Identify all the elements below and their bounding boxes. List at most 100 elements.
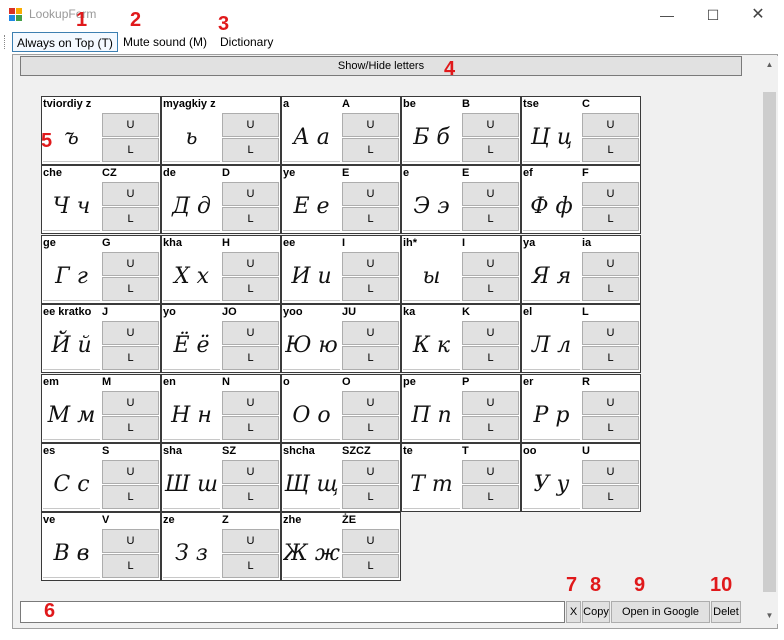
scrollbar-thumb[interactable] (763, 92, 776, 592)
uppercase-button[interactable]: U (222, 321, 279, 345)
uppercase-button[interactable]: U (342, 391, 399, 415)
clear-button[interactable]: X (566, 601, 581, 623)
lowercase-button[interactable]: L (462, 485, 519, 509)
vertical-scrollbar[interactable]: ▲ ▼ (761, 56, 778, 624)
lowercase-button[interactable]: L (462, 416, 519, 440)
uppercase-button[interactable]: U (222, 460, 279, 484)
lowercase-button[interactable]: L (582, 416, 639, 440)
uppercase-button[interactable]: U (582, 182, 639, 206)
uppercase-button[interactable]: U (342, 321, 399, 345)
lowercase-button[interactable]: L (102, 277, 159, 301)
uppercase-button[interactable]: U (462, 252, 519, 276)
lowercase-button[interactable]: L (582, 277, 639, 301)
letter-script-image[interactable]: ь (163, 112, 220, 162)
letter-script-image[interactable]: Щ щ (283, 459, 340, 509)
show-hide-letters-button[interactable]: Show/Hide letters (20, 56, 742, 76)
letter-script-image[interactable]: Н н (163, 390, 220, 440)
letter-script-image[interactable]: Ф ф (523, 181, 580, 231)
uppercase-button[interactable]: U (222, 113, 279, 137)
lowercase-button[interactable]: L (342, 138, 399, 162)
delete-button[interactable]: Delet (711, 601, 741, 623)
lowercase-button[interactable]: L (102, 207, 159, 231)
letter-script-image[interactable]: Ж ж (283, 528, 340, 578)
dictionary-button[interactable]: Dictionary (216, 32, 277, 52)
letter-script-image[interactable]: У у (523, 459, 580, 509)
lowercase-button[interactable]: L (102, 138, 159, 162)
close-icon[interactable]: ✕ (735, 0, 781, 30)
scroll-down-icon[interactable]: ▼ (761, 607, 778, 624)
toolbar-grip-icon[interactable] (4, 35, 8, 49)
uppercase-button[interactable]: U (582, 113, 639, 137)
letter-script-image[interactable]: Э э (403, 181, 460, 231)
letter-script-image[interactable]: Ч ч (43, 181, 100, 231)
letter-script-image[interactable]: В в (43, 528, 100, 578)
letter-script-image[interactable]: А а (283, 112, 340, 162)
letter-script-image[interactable]: Р р (523, 390, 580, 440)
lowercase-button[interactable]: L (222, 346, 279, 370)
lowercase-button[interactable]: L (102, 485, 159, 509)
lowercase-button[interactable]: L (342, 346, 399, 370)
uppercase-button[interactable]: U (582, 391, 639, 415)
letter-script-image[interactable]: Ё ё (163, 320, 220, 370)
letter-script-image[interactable]: Б б (403, 112, 460, 162)
uppercase-button[interactable]: U (222, 182, 279, 206)
letter-script-image[interactable]: Й й (43, 320, 100, 370)
lowercase-button[interactable]: L (342, 416, 399, 440)
lowercase-button[interactable]: L (342, 485, 399, 509)
uppercase-button[interactable]: U (342, 529, 399, 553)
letter-script-image[interactable]: Г г (43, 251, 100, 301)
letter-script-image[interactable]: С с (43, 459, 100, 509)
lowercase-button[interactable]: L (582, 485, 639, 509)
letter-script-image[interactable]: Д д (163, 181, 220, 231)
letter-script-image[interactable]: Ц ц (523, 112, 580, 162)
uppercase-button[interactable]: U (342, 182, 399, 206)
minimize-icon[interactable]: — (644, 0, 690, 30)
uppercase-button[interactable]: U (102, 529, 159, 553)
letter-script-image[interactable]: Ю ю (283, 320, 340, 370)
letter-script-image[interactable]: П п (403, 390, 460, 440)
lowercase-button[interactable]: L (342, 277, 399, 301)
uppercase-button[interactable]: U (102, 460, 159, 484)
lowercase-button[interactable]: L (462, 346, 519, 370)
uppercase-button[interactable]: U (462, 182, 519, 206)
scroll-up-icon[interactable]: ▲ (761, 56, 778, 73)
letter-script-image[interactable]: ы (403, 251, 460, 301)
lowercase-button[interactable]: L (222, 138, 279, 162)
lowercase-button[interactable]: L (462, 207, 519, 231)
uppercase-button[interactable]: U (102, 182, 159, 206)
lowercase-button[interactable]: L (222, 277, 279, 301)
uppercase-button[interactable]: U (102, 252, 159, 276)
lowercase-button[interactable]: L (102, 346, 159, 370)
lowercase-button[interactable]: L (222, 485, 279, 509)
mute-sound-button[interactable]: Mute sound (M) (119, 32, 211, 52)
lowercase-button[interactable]: L (462, 138, 519, 162)
uppercase-button[interactable]: U (102, 391, 159, 415)
lowercase-button[interactable]: L (102, 554, 159, 578)
letter-script-image[interactable]: Х х (163, 251, 220, 301)
uppercase-button[interactable]: U (462, 391, 519, 415)
lowercase-button[interactable]: L (102, 416, 159, 440)
letter-script-image[interactable]: Я я (523, 251, 580, 301)
lowercase-button[interactable]: L (222, 416, 279, 440)
uppercase-button[interactable]: U (462, 113, 519, 137)
uppercase-button[interactable]: U (222, 391, 279, 415)
uppercase-button[interactable]: U (222, 529, 279, 553)
uppercase-button[interactable]: U (462, 460, 519, 484)
always-on-top-button[interactable]: Always on Top (T) (12, 32, 118, 52)
letter-script-image[interactable]: Л л (523, 320, 580, 370)
lowercase-button[interactable]: L (342, 207, 399, 231)
lowercase-button[interactable]: L (222, 554, 279, 578)
copy-button[interactable]: Copy (582, 601, 610, 623)
letter-script-image[interactable]: Ш ш (163, 459, 220, 509)
letter-script-image[interactable]: Е е (283, 181, 340, 231)
maximize-icon[interactable]: ☐ (690, 0, 736, 30)
uppercase-button[interactable]: U (582, 321, 639, 345)
uppercase-button[interactable]: U (342, 252, 399, 276)
letter-script-image[interactable]: Т т (403, 459, 460, 509)
uppercase-button[interactable]: U (582, 460, 639, 484)
lowercase-button[interactable]: L (582, 207, 639, 231)
letter-script-image[interactable]: И и (283, 251, 340, 301)
uppercase-button[interactable]: U (582, 252, 639, 276)
uppercase-button[interactable]: U (102, 113, 159, 137)
lowercase-button[interactable]: L (222, 207, 279, 231)
